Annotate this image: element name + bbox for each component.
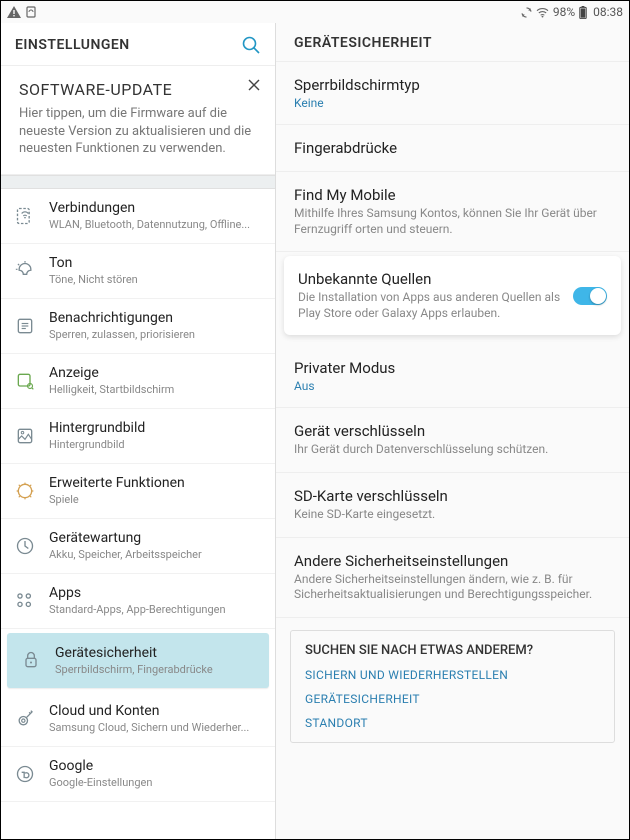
sidebar-item-label: Cloud und Konten [49,703,267,719]
settings-list: Verbindungen WLAN, Bluetooth, Datennutzun… [1,189,275,839]
setting-sperrbildschirmtyp[interactable]: Sperrbildschirmtyp Keine [276,62,629,125]
sidebar-item-sub: Akku, Speicher, Arbeitsspeicher [49,548,267,561]
sidebar-item-label: Verbindungen [49,200,267,216]
warning-icon [7,6,21,18]
detail-list: Sperrbildschirmtyp Keine Fingerabdrücke Fin… [276,62,629,839]
sidebar-item-label: Anzeige [49,365,267,381]
related-search-box: SUCHEN SIE NACH ETWAS ANDEREM? SICHERN UN… [290,630,615,743]
setting-label: Fingerabdrücke [294,139,611,157]
setting-label: Privater Modus [294,359,611,377]
divider [1,175,275,189]
promo-title: SOFTWARE-UPDATE [19,80,259,99]
sidebar-item-label: Hintergrundbild [49,420,267,436]
rotation-lock-icon [25,6,37,18]
sidebar-item-erweiterte-funktionen[interactable]: Erweiterte Funktionen Spiele [1,464,275,519]
related-link[interactable]: GERÄTESICHERHEIT [305,692,600,706]
sidebar-item-apps[interactable]: Apps Standard-Apps, App-Berechtigungen [1,574,275,629]
sidebar-item-verbindungen[interactable]: Verbindungen WLAN, Bluetooth, Datennutzun… [1,189,275,244]
cloud-icon [15,709,49,729]
security-icon [21,650,55,670]
search-icon[interactable] [241,35,261,55]
toggle-switch[interactable] [573,287,607,305]
settings-header: EINSTELLUNGEN [1,23,275,66]
software-update-promo[interactable]: SOFTWARE-UPDATE Hier tippen, um die Firm… [1,66,275,175]
sidebar-item-sub: Töne, Nicht stören [49,273,267,286]
sidebar-item-label: Ton [49,255,267,271]
wallpaper-icon [15,426,49,446]
sidebar-item-cloud-und-konten[interactable]: Cloud und Konten Samsung Cloud, Sichern u… [1,692,275,747]
advanced-icon [15,481,49,501]
sidebar-item-sub: WLAN, Bluetooth, Datennutzung, Offline..… [49,218,267,231]
setting-label: Unbekannte Quellen [298,270,563,288]
notifications-icon [15,316,49,336]
sidebar-item-ger-tewartung[interactable]: Gerätewartung Akku, Speicher, Arbeitsspei… [1,519,275,574]
sidebar-item-sub: Standard-Apps, App-Berechtigungen [49,603,267,616]
related-link[interactable]: STANDORT [305,716,600,730]
setting-value: Aus [294,379,611,393]
setting-ger-t-verschl-sseln[interactable]: Gerät verschlüsseln Ihr Gerät durch Daten… [276,408,629,473]
setting-andere-sicherheitseinstellungen[interactable]: Andere Sicherheitseinstellungen Andere Si… [276,538,629,618]
battery-icon [579,6,587,19]
battery-percentage: 98% [553,5,575,19]
sidebar-item-sub: Google-Einstellungen [49,776,267,789]
maintenance-icon [15,536,49,556]
connections-icon [15,206,49,226]
sidebar-item-sub: Hintergrundbild [49,438,267,451]
related-link[interactable]: SICHERN UND WIEDERHERSTELLEN [305,668,600,682]
sync-icon [521,7,532,18]
sidebar-item-label: Apps [49,585,267,601]
sidebar-item-ton[interactable]: Ton Töne, Nicht stören [1,244,275,299]
sidebar-item-sub: Sperrbildschirm, Fingerabdrücke [55,663,261,676]
setting-sd-karte-verschl-sseln[interactable]: SD-Karte verschlüsseln Keine SD-Karte ein… [276,473,629,538]
sidebar-item-label: Benachrichtigungen [49,310,267,326]
settings-title: EINSTELLUNGEN [15,37,130,53]
detail-header: GERÄTESICHERHEIT [276,23,629,62]
sidebar-item-sub: Sperren, zulassen, priorisieren [49,328,267,341]
sidebar-item-sub: Helligkeit, Startbildschirm [49,383,267,396]
sidebar-item-sub: Samsung Cloud, Sichern und Wiederher... [49,721,267,734]
sidebar-item-label: Erweiterte Funktionen [49,475,267,491]
close-icon[interactable] [247,78,261,92]
setting-value: Keine [294,96,611,110]
setting-sub: Andere Sicherheitseinstellungen ändern, … [294,572,611,603]
setting-label: SD-Karte verschlüsseln [294,487,611,505]
sidebar-item-label: Google [49,758,267,774]
promo-description: Hier tippen, um die Firmware auf die neu… [19,105,259,158]
sound-icon [15,261,49,281]
setting-privater-modus[interactable]: Privater Modus Aus [276,345,629,408]
setting-label: Gerät verschlüsseln [294,422,611,440]
display-icon [15,371,49,391]
setting-fingerabdr-cke[interactable]: Fingerabdrücke [276,125,629,172]
clock: 08:38 [593,5,623,19]
google-icon [15,764,49,784]
sidebar-item-label: Gerätewartung [49,530,267,546]
apps-icon [15,591,49,611]
sidebar-item-sub: Spiele [49,493,267,506]
sidebar-item-label: Gerätesicherheit [55,645,261,661]
sidebar-item-hintergrundbild[interactable]: Hintergrundbild Hintergrundbild [1,409,275,464]
status-bar: 98% 08:38 [1,1,629,23]
related-search-title: SUCHEN SIE NACH ETWAS ANDEREM? [305,643,600,658]
setting-find-my-mobile[interactable]: Find My Mobile Mithilfe Ihres Samsung Kon… [276,172,629,252]
setting-unbekannte-quellen[interactable]: Unbekannte Quellen Die Installation von A… [284,256,621,335]
sidebar-item-ger-tesicherheit[interactable]: Gerätesicherheit Sperrbildschirm, Fingera… [7,633,269,688]
sidebar-item-benachrichtigungen[interactable]: Benachrichtigungen Sperren, zulassen, pri… [1,299,275,354]
setting-sub: Ihr Gerät durch Datenverschlüsselung sch… [294,442,611,458]
setting-sub: Die Installation von Apps aus anderen Qu… [298,290,563,321]
sidebar-item-anzeige[interactable]: Anzeige Helligkeit, Startbildschirm [1,354,275,409]
setting-label: Andere Sicherheitseinstellungen [294,552,611,570]
setting-label: Find My Mobile [294,186,611,204]
sidebar-item-google[interactable]: Google Google-Einstellungen [1,747,275,802]
setting-label: Sperrbildschirmtyp [294,76,611,94]
setting-sub: Mithilfe Ihres Samsung Kontos, können Si… [294,206,611,237]
wifi-icon [536,7,549,18]
setting-sub: Keine SD-Karte eingesetzt. [294,507,611,523]
